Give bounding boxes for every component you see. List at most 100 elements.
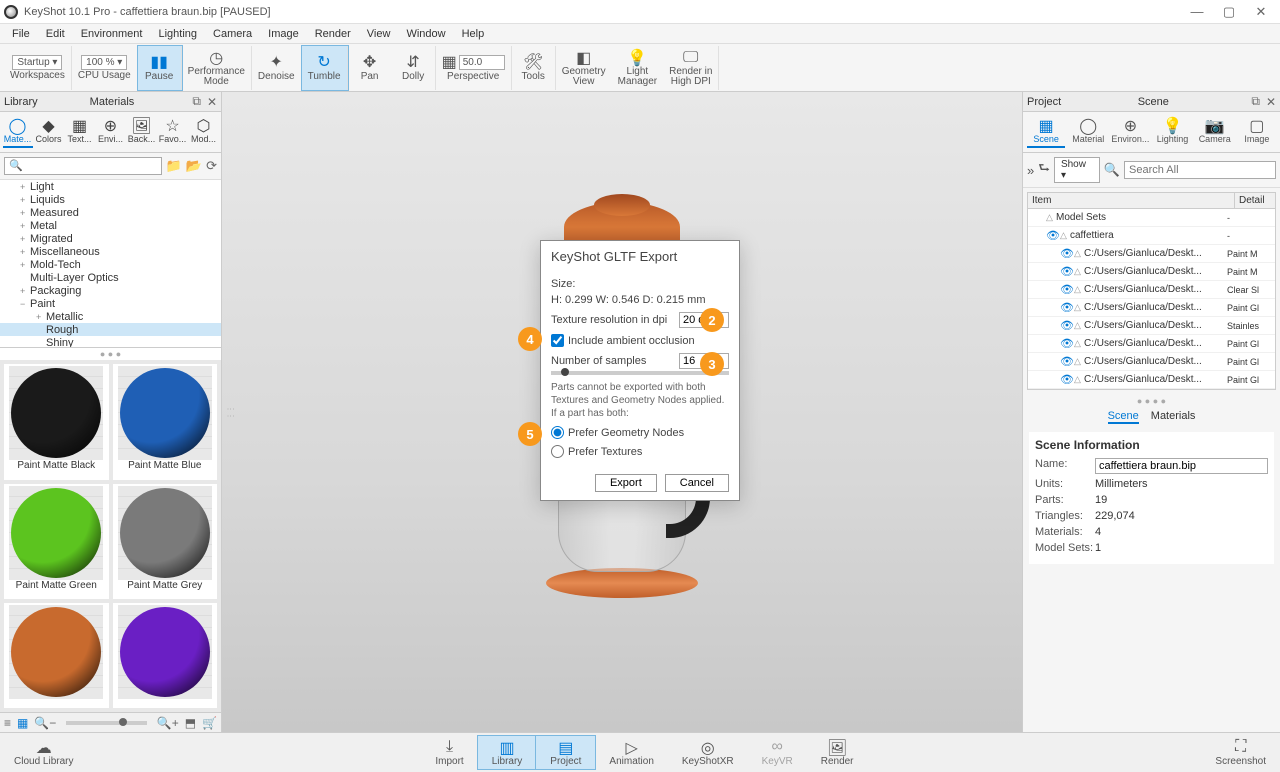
tree-node[interactable]: +Mold-Tech xyxy=(0,258,221,271)
menu-window[interactable]: Window xyxy=(398,28,453,40)
material-swatch[interactable]: Paint Matte Green xyxy=(4,484,109,600)
project-button[interactable]: ▤Project xyxy=(536,736,595,769)
scene-row[interactable]: △Model Sets- xyxy=(1028,209,1275,227)
ambient-occlusion-checkbox[interactable] xyxy=(551,334,564,347)
menu-help[interactable]: Help xyxy=(454,28,493,40)
close-panel-icon[interactable]: ✕ xyxy=(1266,95,1276,109)
dolly-button[interactable]: ⇵ Dolly xyxy=(392,46,436,90)
menu-view[interactable]: View xyxy=(359,28,399,40)
keyvr-button[interactable]: ∞KeyVR xyxy=(748,736,807,769)
tab-models[interactable]: ⬡Mod... xyxy=(189,116,219,148)
tree-node[interactable]: Multi-Layer Optics xyxy=(0,271,221,284)
show-dropdown[interactable]: Show ▾ xyxy=(1054,157,1100,183)
menu-edit[interactable]: Edit xyxy=(38,28,73,40)
tree-node[interactable]: +Miscellaneous xyxy=(0,245,221,258)
popout-icon[interactable]: ⧉ xyxy=(192,94,201,109)
scene-row[interactable]: 👁△C:/Users/Gianluca/Deskt...Paint Gl xyxy=(1028,299,1275,317)
tree-node[interactable]: +Light xyxy=(0,180,221,193)
import-button[interactable]: ⤓Import xyxy=(421,736,477,769)
tab-environments[interactable]: ⊕Envi... xyxy=(96,116,126,148)
keyshotxr-button[interactable]: ◎KeyShotXR xyxy=(668,736,748,769)
tools-button[interactable]: 🛠 Tools xyxy=(512,46,556,90)
high-dpi-button[interactable]: 🖵 Render in High DPI xyxy=(663,46,719,90)
performance-mode-button[interactable]: ◷ Performance Mode xyxy=(182,46,252,90)
library-search-input[interactable] xyxy=(4,157,162,175)
tab-backplates[interactable]: 🖼Back... xyxy=(127,116,157,148)
perspective-value[interactable]: 50.0 xyxy=(459,55,505,70)
close-panel-icon[interactable]: ✕ xyxy=(207,95,217,109)
tree-node[interactable]: +Metallic xyxy=(0,310,221,323)
tab-lighting[interactable]: 💡Lighting xyxy=(1154,116,1192,148)
tab-environment[interactable]: ⊕Environ... xyxy=(1111,116,1149,148)
tree-node[interactable]: +Migrated xyxy=(0,232,221,245)
minimize-button[interactable]: — xyxy=(1190,4,1204,20)
list-view-icon[interactable]: ≡ xyxy=(4,716,11,730)
maximize-button[interactable]: ▢ xyxy=(1222,4,1236,20)
tab-material[interactable]: ◯Material xyxy=(1069,116,1107,148)
folder-plus-icon[interactable]: 📂 xyxy=(186,158,202,174)
subtab-scene[interactable]: Scene xyxy=(1108,410,1139,424)
tab-favorites[interactable]: ☆Favo... xyxy=(158,116,188,148)
light-manager-button[interactable]: 💡 Light Manager xyxy=(612,46,663,90)
scene-name-input[interactable] xyxy=(1095,458,1268,474)
library-button[interactable]: ▥Library xyxy=(478,736,537,769)
menu-file[interactable]: File xyxy=(4,28,38,40)
material-swatch[interactable]: Paint Matte Blue xyxy=(113,364,218,480)
close-button[interactable]: ✕ xyxy=(1254,4,1268,20)
render-button[interactable]: 🖼Render xyxy=(807,736,868,769)
material-swatch[interactable] xyxy=(113,603,218,708)
tree-node[interactable]: +Liquids xyxy=(0,193,221,206)
scene-row[interactable]: 👁△C:/Users/Gianluca/Deskt...Paint Gl xyxy=(1028,335,1275,353)
geometry-view-button[interactable]: ◧ Geometry View xyxy=(556,46,612,90)
cancel-button[interactable]: Cancel xyxy=(665,474,729,492)
tab-image[interactable]: ▢Image xyxy=(1238,116,1276,148)
material-swatch[interactable]: Paint Matte Black xyxy=(4,364,109,480)
folder-icon[interactable]: 📁 xyxy=(166,158,182,174)
menu-camera[interactable]: Camera xyxy=(205,28,260,40)
cloud-library-button[interactable]: ☁Cloud Library xyxy=(0,736,87,769)
tree-node[interactable]: +Metal xyxy=(0,219,221,232)
subtab-materials[interactable]: Materials xyxy=(1151,410,1196,424)
zoom-out-icon[interactable]: 🔍− xyxy=(34,716,56,730)
drag-handle-icon[interactable]: ⋮⋮ xyxy=(226,405,235,419)
scene-row[interactable]: 👁△C:/Users/Gianluca/Deskt...Paint M xyxy=(1028,245,1275,263)
menu-image[interactable]: Image xyxy=(260,28,307,40)
grid-view-icon[interactable]: ▦ xyxy=(17,716,28,730)
tree-node[interactable]: +Packaging xyxy=(0,284,221,297)
menu-lighting[interactable]: Lighting xyxy=(150,28,205,40)
tab-textures[interactable]: ▦Text... xyxy=(65,116,95,148)
scene-row[interactable]: 👁△C:/Users/Gianluca/Deskt...Clear Sl xyxy=(1028,281,1275,299)
menu-render[interactable]: Render xyxy=(307,28,359,40)
material-swatch[interactable]: Paint Matte Grey xyxy=(113,484,218,600)
show-library-icon[interactable]: ⬒ xyxy=(185,716,196,730)
pause-button[interactable]: ▮▮ Pause xyxy=(138,46,182,90)
tree-node[interactable]: Shiny xyxy=(0,336,221,348)
collapse-icon[interactable]: ⮑ xyxy=(1038,159,1050,181)
chevrons-icon[interactable]: » xyxy=(1027,163,1034,178)
menu-environment[interactable]: Environment xyxy=(73,28,151,40)
tab-materials[interactable]: ◯Mate... xyxy=(3,116,33,148)
export-button[interactable]: Export xyxy=(595,474,657,492)
tumble-button[interactable]: ↻ Tumble xyxy=(302,46,348,90)
scene-row[interactable]: 👁△C:/Users/Gianluca/Deskt...Paint Gl xyxy=(1028,371,1275,389)
denoise-button[interactable]: ✦ Denoise xyxy=(252,46,302,90)
scene-row[interactable]: 👁△C:/Users/Gianluca/Deskt...Paint M xyxy=(1028,263,1275,281)
screenshot-button[interactable]: ⛶Screenshot xyxy=(1201,736,1280,769)
tree-node[interactable]: −Paint xyxy=(0,297,221,310)
tree-node[interactable]: +Measured xyxy=(0,206,221,219)
refresh-icon[interactable]: ⟳ xyxy=(206,158,217,174)
tab-camera[interactable]: 📷Camera xyxy=(1196,116,1234,148)
pan-button[interactable]: ✥ Pan xyxy=(348,46,392,90)
workspace-dropdown[interactable]: Startup ▾ xyxy=(12,55,62,70)
scene-search-input[interactable] xyxy=(1124,161,1276,179)
perspective-group[interactable]: ▦50.0 Perspective xyxy=(436,46,512,90)
zoom-in-icon[interactable]: 🔍+ xyxy=(157,716,179,730)
tree-node[interactable]: Rough xyxy=(0,323,221,336)
tab-colors[interactable]: ◆Colors xyxy=(34,116,64,148)
scene-row[interactable]: 👁△C:/Users/Gianluca/Deskt...Stainles xyxy=(1028,317,1275,335)
prefer-geometry-radio[interactable] xyxy=(551,426,564,439)
scene-row[interactable]: 👁△caffettiera- xyxy=(1028,227,1275,245)
zoom-slider[interactable] xyxy=(66,721,146,725)
prefer-textures-radio[interactable] xyxy=(551,445,564,458)
scene-row[interactable]: 👁△C:/Users/Gianluca/Deskt...Paint Gl xyxy=(1028,353,1275,371)
